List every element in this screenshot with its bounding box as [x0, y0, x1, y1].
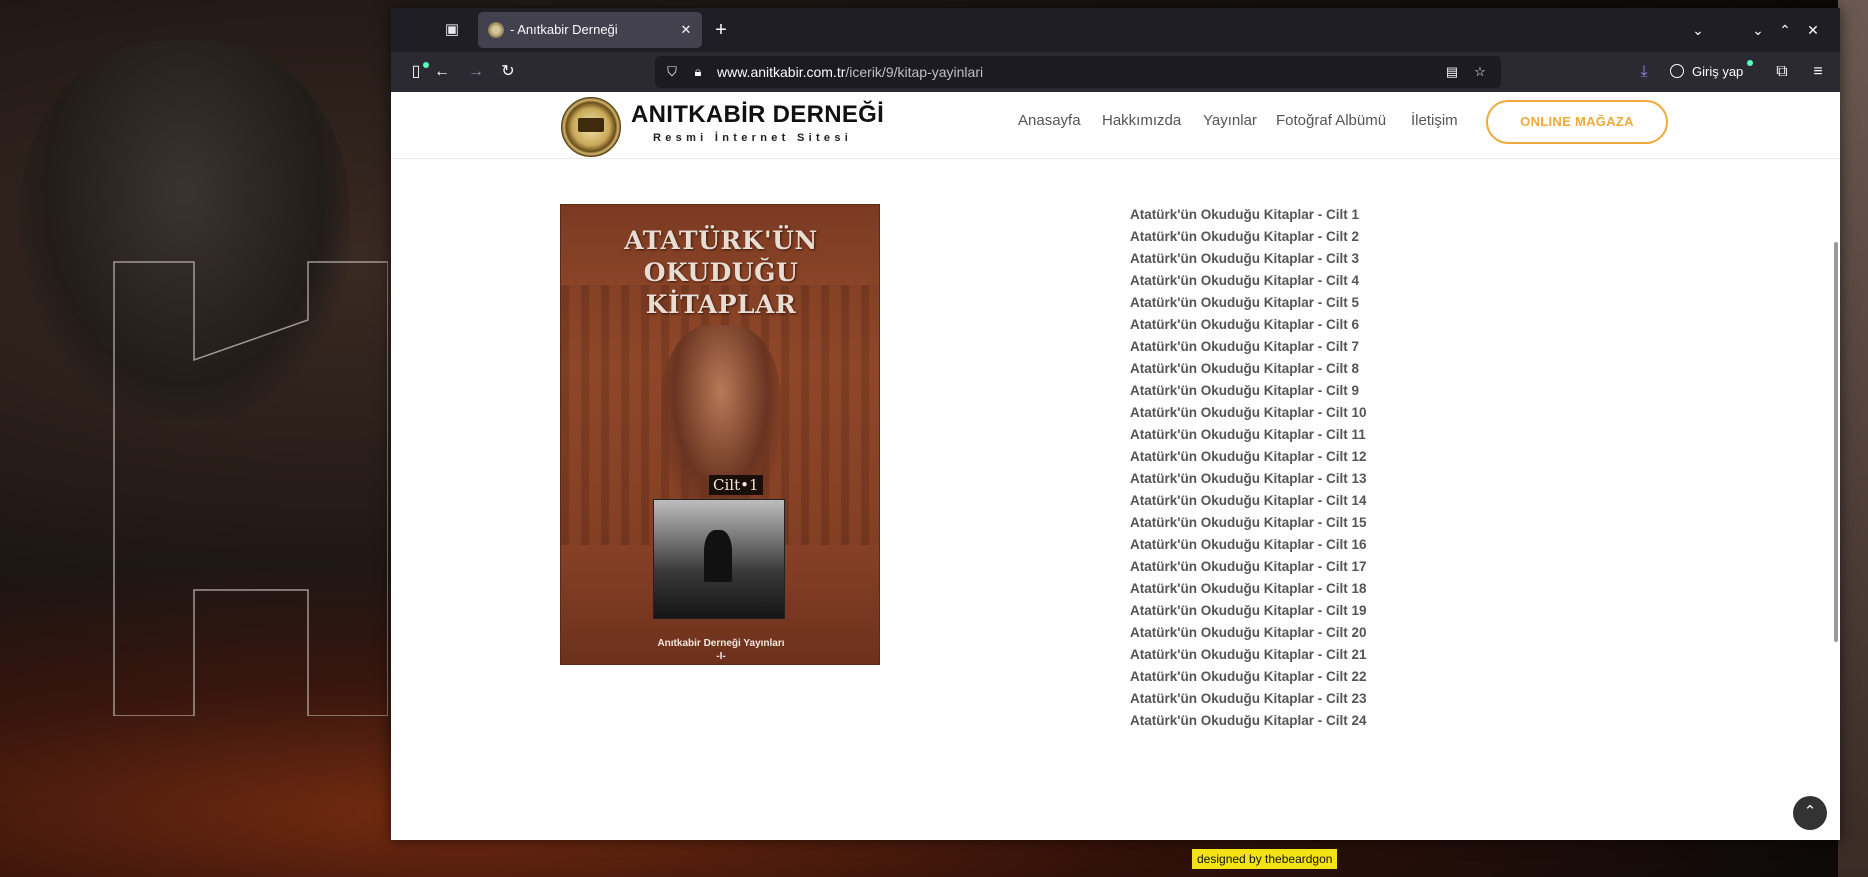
book-volume-link[interactable]: Atatürk'ün Okuduğu Kitaplar - Cilt 11 [1130, 424, 1366, 446]
book-volume-link[interactable]: Atatürk'ün Okuduğu Kitaplar - Cilt 12 [1130, 446, 1366, 468]
tab-bar: ▣ - Anıtkabir Derneği ✕ + ⌄ ⌄ ⌃ ✕ [391, 8, 1840, 52]
book-volume-link[interactable]: Atatürk'ün Okuduğu Kitaplar - Cilt 22 [1130, 666, 1366, 688]
menu-item-yayinlar[interactable]: Yayınlar [1203, 112, 1257, 129]
signin-label: Giriş yap [1692, 64, 1744, 79]
account-avatar-icon [1670, 64, 1684, 78]
url-host: www.anitkabir.com.tr [717, 64, 846, 80]
site-logo-seal-icon[interactable] [561, 97, 621, 157]
page-scrollbar[interactable] [1834, 242, 1838, 642]
book-volume-link[interactable]: Atatürk'ün Okuduğu Kitaplar - Cilt 8 [1130, 358, 1366, 380]
book-volume-link[interactable]: Atatürk'ün Okuduğu Kitaplar - Cilt 17 [1130, 556, 1366, 578]
extensions-icon[interactable]: ⧉ [1769, 59, 1795, 85]
tab-active[interactable]: - Anıtkabir Derneği ✕ [478, 12, 702, 48]
bookmark-star-icon[interactable]: ☆ [1471, 63, 1489, 81]
back-arrow-icon[interactable]: ← [429, 59, 455, 85]
signin-button[interactable]: Giriş yap [1664, 57, 1756, 87]
book-volume-link[interactable]: Atatürk'ün Okuduğu Kitaplar - Cilt 10 [1130, 402, 1366, 424]
tab-overview-icon[interactable]: ▣ [441, 19, 463, 41]
cover-photograph [653, 499, 785, 619]
new-tab-icon[interactable]: + [709, 18, 733, 42]
download-icon[interactable]: ⤓ [1631, 59, 1657, 85]
book-volume-link[interactable]: Atatürk'ün Okuduğu Kitaplar - Cilt 1 [1130, 204, 1366, 226]
book-volume-link[interactable]: Atatürk'ün Okuduğu Kitaplar - Cilt 19 [1130, 600, 1366, 622]
forward-arrow-icon[interactable]: → [463, 59, 489, 85]
app-menu-icon[interactable]: ≡ [1805, 59, 1831, 85]
designer-credit[interactable]: designed by thebeardgon [1192, 849, 1338, 869]
book-volume-link[interactable]: Atatürk'ün Okuduğu Kitaplar - Cilt 14 [1130, 490, 1366, 512]
cover-volume-label: Cilt•1 [709, 475, 763, 495]
menu-item-fotograf-albumu[interactable]: Fotoğraf Albümü [1276, 112, 1386, 129]
menu-item-hakkimizda[interactable]: Hakkımızda [1102, 112, 1181, 129]
book-volume-link[interactable]: Atatürk'ün Okuduğu Kitaplar - Cilt 4 [1130, 270, 1366, 292]
menu-item-iletisim[interactable]: İletişim [1411, 112, 1458, 129]
book-volume-list: Atatürk'ün Okuduğu Kitaplar - Cilt 1 Atat… [1130, 204, 1366, 732]
cover-number: -I- [716, 651, 726, 662]
browser-window: ▣ - Anıtkabir Derneği ✕ + ⌄ ⌄ ⌃ ✕ ▯ ← → … [391, 8, 1840, 840]
book-volume-link[interactable]: Atatürk'ün Okuduğu Kitaplar - Cilt 16 [1130, 534, 1366, 556]
site-header: ANITKABİR DERNEĞİ Resmi İnternet Sitesi … [391, 92, 1840, 159]
site-title[interactable]: ANITKABİR DERNEĞİ [631, 101, 884, 129]
book-volume-link[interactable]: Atatürk'ün Okuduğu Kitaplar - Cilt 18 [1130, 578, 1366, 600]
lock-icon[interactable]: 🔒︎ [689, 63, 707, 81]
navigation-toolbar: ▯ ← → ↻ ⛉ 🔒︎ www.anitkabir.com.tr/icerik… [391, 52, 1840, 92]
tracking-shield-icon[interactable]: ⛉ [663, 63, 681, 81]
account-notification-dot [1747, 60, 1753, 66]
book-volume-link[interactable]: Atatürk'ün Okuduğu Kitaplar - Cilt 13 [1130, 468, 1366, 490]
wallpaper-letter-art [113, 261, 388, 716]
tab-title: - Anıtkabir Derneği [510, 22, 618, 37]
reload-icon[interactable]: ↻ [495, 59, 521, 85]
scroll-to-top-button[interactable]: ⌃ [1793, 796, 1827, 830]
book-volume-link[interactable]: Atatürk'ün Okuduğu Kitaplar - Cilt 6 [1130, 314, 1366, 336]
url-path: /icerik/9/kitap-yayinlari [845, 64, 984, 80]
reader-view-icon[interactable]: ▤ [1443, 63, 1461, 81]
book-volume-link[interactable]: Atatürk'ün Okuduğu Kitaplar - Cilt 15 [1130, 512, 1366, 534]
cover-title-line2: KİTAPLAR [645, 290, 797, 319]
minimize-icon[interactable]: ⌄ [1746, 18, 1770, 42]
book-volume-link[interactable]: Atatürk'ün Okuduğu Kitaplar - Cilt 21 [1130, 644, 1366, 666]
site-favicon-icon [488, 22, 504, 38]
url-bar[interactable]: ⛉ 🔒︎ www.anitkabir.com.tr/icerik/9/kitap… [655, 56, 1501, 88]
book-volume-link[interactable]: Atatürk'ün Okuduğu Kitaplar - Cilt 20 [1130, 622, 1366, 644]
maximize-icon[interactable]: ⌃ [1773, 18, 1797, 42]
book-volume-link[interactable]: Atatürk'ün Okuduğu Kitaplar - Cilt 9 [1130, 380, 1366, 402]
book-volume-link[interactable]: Atatürk'ün Okuduğu Kitaplar - Cilt 24 [1130, 710, 1366, 732]
cover-title-line1: ATATÜRK'ÜN OKUDUĞU [624, 226, 818, 287]
web-page: ANITKABİR DERNEĞİ Resmi İnternet Sitesi … [391, 92, 1840, 840]
online-shop-button[interactable]: ONLINE MAĞAZA [1486, 100, 1668, 144]
book-volume-link[interactable]: Atatürk'ün Okuduğu Kitaplar - Cilt 5 [1130, 292, 1366, 314]
url-text[interactable]: www.anitkabir.com.tr/icerik/9/kitap-yayi… [717, 56, 983, 88]
book-cover-image: ATATÜRK'ÜN OKUDUĞU KİTAPLAR Cilt•1 Anıtk… [560, 204, 880, 665]
cover-title: ATATÜRK'ÜN OKUDUĞU KİTAPLAR [561, 225, 879, 321]
site-subtitle: Resmi İnternet Sitesi [653, 132, 853, 144]
book-volume-link[interactable]: Atatürk'ün Okuduğu Kitaplar - Cilt 2 [1130, 226, 1366, 248]
wallpaper-edge [1838, 0, 1868, 877]
tab-close-icon[interactable]: ✕ [676, 20, 696, 40]
book-volume-link[interactable]: Atatürk'ün Okuduğu Kitaplar - Cilt 3 [1130, 248, 1366, 270]
menu-item-anasayfa[interactable]: Anasayfa [1018, 112, 1081, 129]
list-tabs-icon[interactable]: ⌄ [1686, 18, 1710, 42]
close-window-icon[interactable]: ✕ [1801, 18, 1825, 42]
book-volume-link[interactable]: Atatürk'ün Okuduğu Kitaplar - Cilt 23 [1130, 688, 1366, 710]
book-volume-link[interactable]: Atatürk'ün Okuduğu Kitaplar - Cilt 7 [1130, 336, 1366, 358]
cover-publisher: Anıtkabir Derneği Yayınları [657, 638, 785, 649]
